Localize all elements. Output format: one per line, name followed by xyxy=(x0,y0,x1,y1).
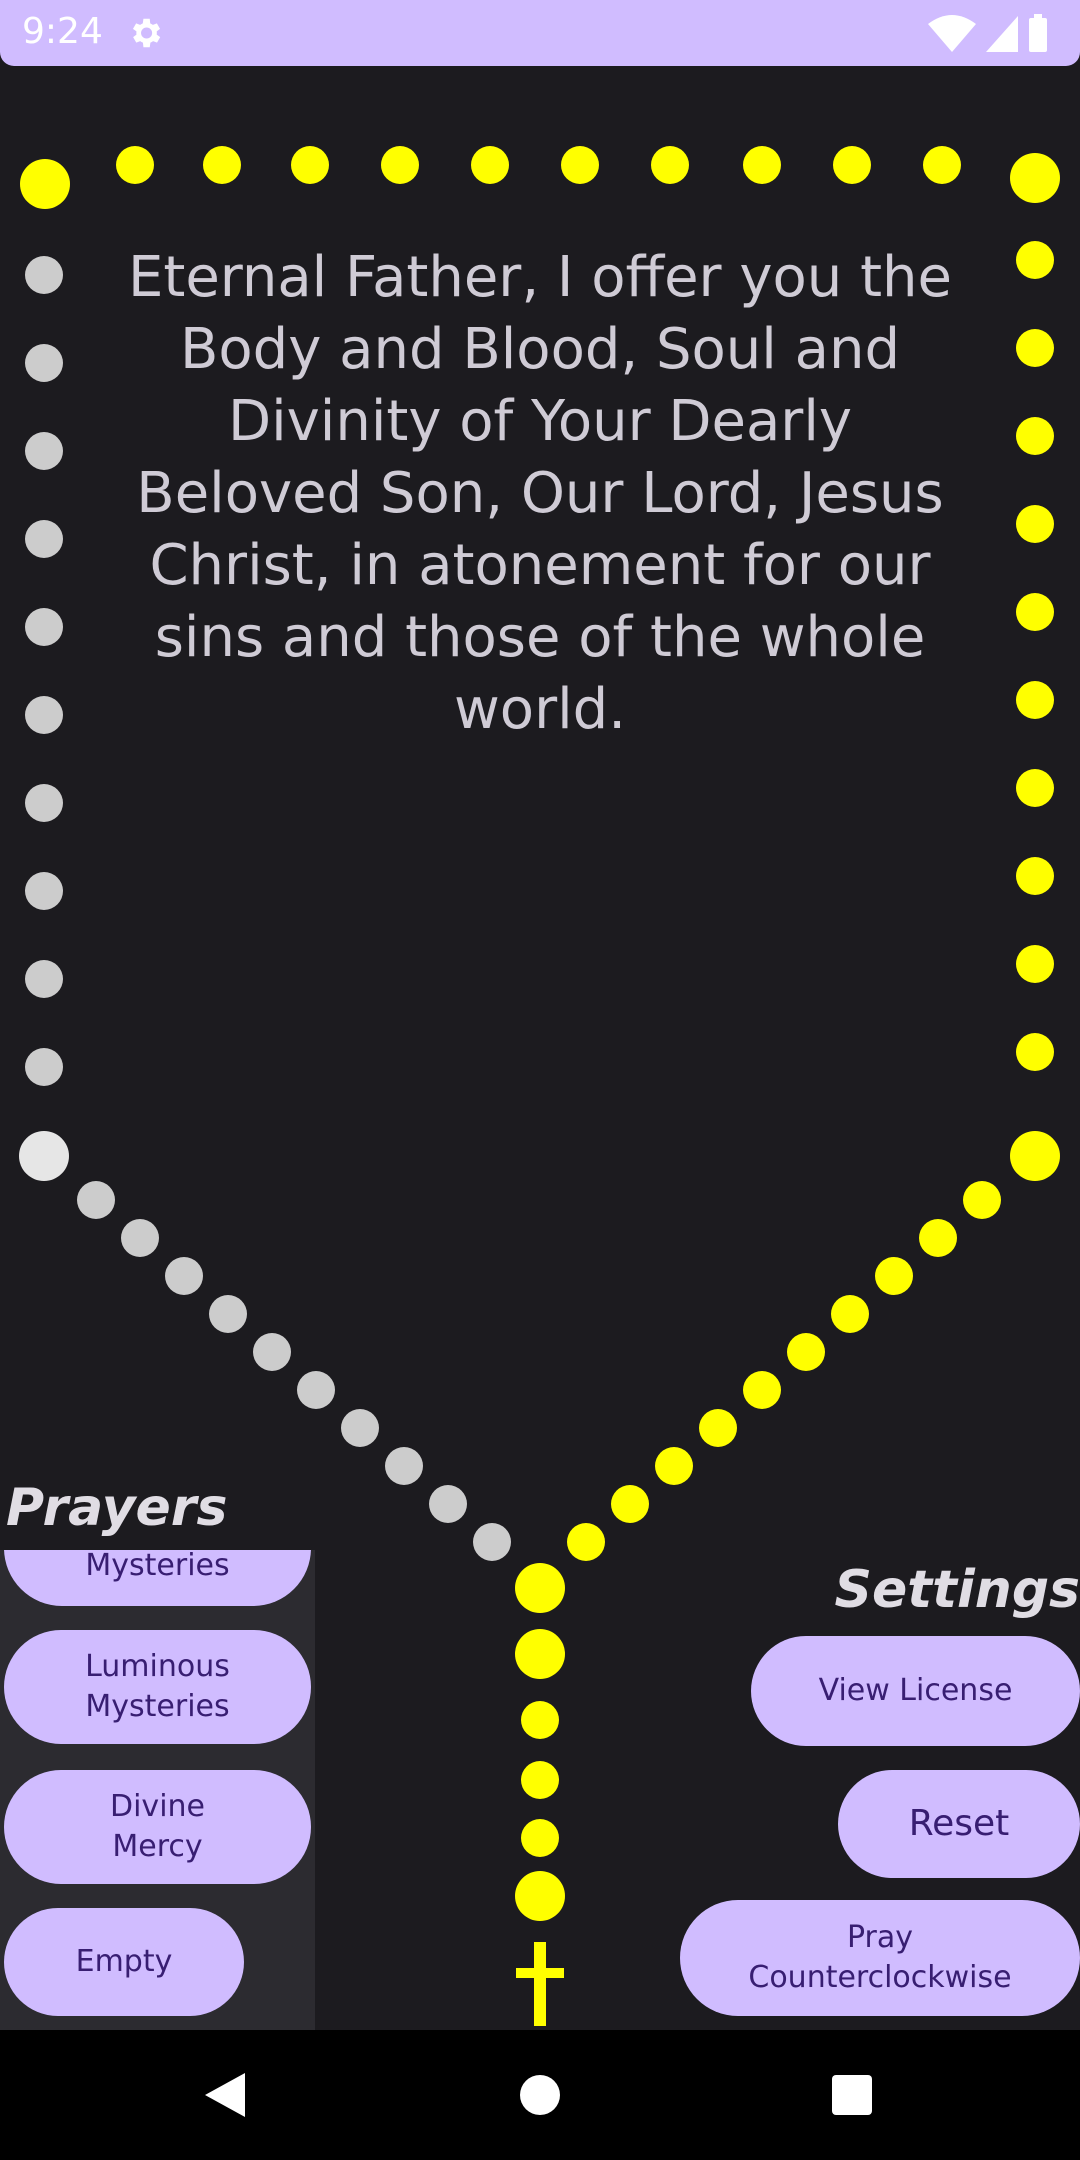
bead[interactable] xyxy=(341,1409,379,1447)
bead[interactable] xyxy=(25,520,63,558)
bead[interactable] xyxy=(1016,241,1054,279)
prayer-item-luminous-mysteries[interactable]: Luminous Mysteries xyxy=(4,1630,311,1744)
bead[interactable] xyxy=(743,146,781,184)
prayers-heading: Prayers xyxy=(6,1478,228,1538)
settings-heading: Settings xyxy=(834,1560,1080,1620)
home-button[interactable] xyxy=(480,2030,600,2160)
bead[interactable] xyxy=(1016,945,1054,983)
bead[interactable] xyxy=(385,1447,423,1485)
bead[interactable] xyxy=(471,146,509,184)
bead[interactable] xyxy=(25,344,63,382)
bead[interactable] xyxy=(77,1181,115,1219)
bead[interactable] xyxy=(381,146,419,184)
bead[interactable] xyxy=(165,1257,203,1295)
bead[interactable] xyxy=(567,1523,605,1561)
recents-icon xyxy=(832,2075,872,2115)
bead[interactable] xyxy=(521,1761,559,1799)
bead[interactable] xyxy=(1016,329,1054,367)
reset-button[interactable]: Reset xyxy=(838,1770,1080,1878)
bead-large[interactable] xyxy=(1010,1131,1060,1181)
bead[interactable] xyxy=(521,1819,559,1857)
bead[interactable] xyxy=(429,1485,467,1523)
bead-large[interactable] xyxy=(20,159,70,209)
bead[interactable] xyxy=(121,1219,159,1257)
bead[interactable] xyxy=(963,1181,1001,1219)
bead[interactable] xyxy=(297,1371,335,1409)
prayer-item-mysteries[interactable]: Mysteries xyxy=(4,1550,311,1606)
bead[interactable] xyxy=(611,1485,649,1523)
prayer-item-empty[interactable]: Empty xyxy=(4,1908,244,2016)
back-icon xyxy=(205,2073,245,2117)
bead[interactable] xyxy=(831,1295,869,1333)
bead[interactable] xyxy=(1016,417,1054,455)
prayer-text: Eternal Father, I offer you the Body and… xyxy=(128,245,952,742)
pray-counterclockwise-button[interactable]: Pray Counterclockwise xyxy=(680,1900,1080,2016)
bead[interactable] xyxy=(25,432,63,470)
bead[interactable] xyxy=(25,696,63,734)
bead[interactable] xyxy=(25,872,63,910)
bead[interactable] xyxy=(521,1701,559,1739)
bead[interactable] xyxy=(25,1048,63,1086)
bead[interactable] xyxy=(1016,681,1054,719)
bead[interactable] xyxy=(561,146,599,184)
crucifix-icon[interactable] xyxy=(516,1942,564,2026)
bead[interactable] xyxy=(787,1333,825,1371)
bead[interactable] xyxy=(875,1257,913,1295)
bead[interactable] xyxy=(919,1219,957,1257)
bead-large[interactable] xyxy=(515,1871,565,1921)
bead[interactable] xyxy=(651,146,689,184)
prayer-item-divine-mercy[interactable]: Divine Mercy xyxy=(4,1770,311,1884)
bead-large[interactable] xyxy=(515,1629,565,1679)
bead[interactable] xyxy=(253,1333,291,1371)
bead[interactable] xyxy=(699,1409,737,1447)
bead[interactable] xyxy=(25,960,63,998)
bead[interactable] xyxy=(116,146,154,184)
bead[interactable] xyxy=(25,256,63,294)
bead[interactable] xyxy=(1016,593,1054,631)
bead-large[interactable] xyxy=(1010,153,1060,203)
prayers-list[interactable]: Mysteries Luminous Mysteries Divine Merc… xyxy=(0,1550,315,2030)
bead[interactable] xyxy=(25,608,63,646)
bead[interactable] xyxy=(1016,857,1054,895)
home-icon xyxy=(520,2075,560,2115)
bead-large[interactable] xyxy=(19,1131,69,1181)
bead-large[interactable] xyxy=(515,1563,565,1613)
bead[interactable] xyxy=(25,784,63,822)
view-license-button[interactable]: View License xyxy=(751,1636,1080,1746)
bead[interactable] xyxy=(743,1371,781,1409)
bead[interactable] xyxy=(1016,505,1054,543)
bead[interactable] xyxy=(1016,1033,1054,1071)
recents-button[interactable] xyxy=(792,2030,912,2160)
bead[interactable] xyxy=(833,146,871,184)
navigation-bar xyxy=(0,2030,1080,2160)
back-button[interactable] xyxy=(165,2030,285,2160)
bead[interactable] xyxy=(923,146,961,184)
bead[interactable] xyxy=(291,146,329,184)
bead[interactable] xyxy=(655,1447,693,1485)
bead[interactable] xyxy=(203,146,241,184)
bead[interactable] xyxy=(473,1523,511,1561)
bead[interactable] xyxy=(1016,769,1054,807)
bead[interactable] xyxy=(209,1295,247,1333)
